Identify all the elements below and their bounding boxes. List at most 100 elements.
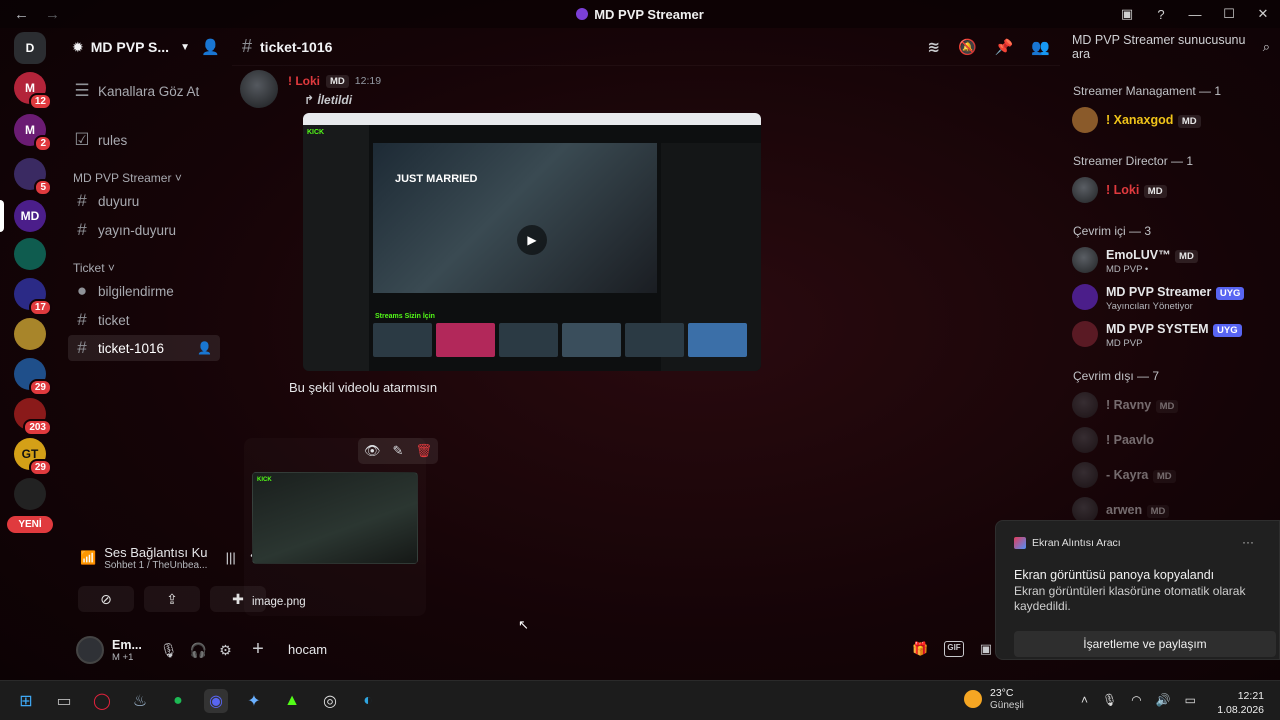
member-emoluv[interactable]: EmoLUV™ MD MD PVP • xyxy=(1072,243,1272,277)
channel-ticket-1016[interactable]: # ticket-1016 👤 xyxy=(68,335,220,361)
eye-icon[interactable]: 👁 xyxy=(364,443,381,459)
chevron-up-icon[interactable]: ˄ xyxy=(1081,693,1088,707)
search-box[interactable]: MD PVP Streamer sunucusunu ara ⌕ xyxy=(1064,33,1276,61)
home-button[interactable]: D xyxy=(14,32,46,64)
trash-icon[interactable]: 🗑 xyxy=(415,443,432,459)
server-m2[interactable]: M2 xyxy=(14,114,52,152)
avatar[interactable] xyxy=(76,636,104,664)
camera-off-button[interactable]: ⊘ xyxy=(78,586,134,612)
volume-icon[interactable]: 🔊 xyxy=(1156,693,1171,707)
channel-title: ticket-1016 xyxy=(260,38,333,55)
spotify-icon[interactable]: ● xyxy=(166,689,190,713)
category-ticket[interactable]: Ticket ˅ xyxy=(73,261,115,275)
channel-bilgilendirme[interactable]: ● bilgilendirme xyxy=(68,278,220,304)
member-md-pvp-system[interactable]: MD PVP SYSTEM UYG MD PVP xyxy=(1072,317,1272,351)
markup-share-button[interactable]: İşaretleme ve paylaşım xyxy=(1014,631,1276,657)
file-explorer-icon[interactable]: ▭ xyxy=(52,689,76,713)
chat-header: # ticket-1016 ≋ 🔕 📌 👥 xyxy=(232,28,1060,66)
server-selected-indicator xyxy=(0,200,4,232)
category-md-pvp-streamer[interactable]: MD PVP Streamer ˅ xyxy=(73,171,182,185)
discord-icon[interactable]: ◉ xyxy=(204,688,228,713)
sticker-icon[interactable]: ▣ xyxy=(980,641,992,657)
server-m2-label: M xyxy=(25,123,35,137)
obs-icon[interactable]: ◎ xyxy=(318,689,342,713)
server-7[interactable] xyxy=(14,318,46,350)
gift-icon[interactable]: 🎁 xyxy=(912,641,928,657)
notification-off-icon[interactable]: 🔕 xyxy=(958,38,977,56)
back-button[interactable]: ← xyxy=(14,6,29,23)
server-m1[interactable]: M 12 xyxy=(14,72,52,110)
clock-date: 1.08.2026 xyxy=(1217,704,1264,716)
headphones-icon[interactable]: 🎧 xyxy=(190,642,207,659)
server-3[interactable]: 5 xyxy=(14,158,52,196)
server-11[interactable] xyxy=(14,478,46,510)
threads-icon[interactable]: ≋ xyxy=(927,38,940,56)
edge-icon[interactable]: ◐ xyxy=(356,689,380,713)
microphone-icon[interactable]: 🎙 xyxy=(1102,693,1117,707)
minimize-button[interactable]: — xyxy=(1178,7,1212,22)
more-options-button[interactable]: ··· xyxy=(1242,535,1254,549)
snipping-tool-notification[interactable]: Ekran Alıntısı Aracı ··· Ekran görüntüsü… xyxy=(995,520,1280,660)
guild-tag: MD xyxy=(1143,185,1167,198)
search-input[interactable]: MD PVP Streamer sunucusunu ara xyxy=(1072,33,1263,61)
server-anadolu[interactable]: 203 xyxy=(14,398,52,436)
server-6[interactable]: 17 xyxy=(14,278,52,316)
server-md[interactable]: MD xyxy=(14,200,46,232)
member-loki[interactable]: ! Loki MD xyxy=(1072,173,1272,207)
members-icon[interactable]: 👥 xyxy=(1031,38,1050,56)
forwarded-screenshot[interactable]: KICK JUST MARRIED ▶ Streams Sizin İçin xyxy=(303,113,761,371)
member-kayra[interactable]: - Kayra MD xyxy=(1072,458,1272,492)
screenshot-sidebar xyxy=(303,125,369,371)
server-m2-badge: 2 xyxy=(34,135,52,152)
avatar[interactable] xyxy=(240,70,278,108)
member-xanaxgod[interactable]: ! Xanaxgod MD xyxy=(1072,103,1272,137)
inbox-icon[interactable]: ▣ xyxy=(1110,6,1144,22)
member-md-pvp-streamer[interactable]: MD PVP Streamer UYG Yayıncıları Yönetiyor xyxy=(1072,280,1272,314)
server-8[interactable]: 29 xyxy=(14,358,52,396)
screen-share-button[interactable]: ⇪ xyxy=(144,586,200,612)
close-button[interactable]: ✕ xyxy=(1246,6,1280,22)
toast-app-name: Ekran Alıntısı Aracı xyxy=(1032,537,1121,549)
pencil-icon[interactable]: ✎ xyxy=(393,443,404,459)
new-servers-pill[interactable]: YENİ xyxy=(7,516,53,533)
hash-icon: # xyxy=(77,220,87,239)
channel-yayin-duyuru[interactable]: # yayın-duyuru xyxy=(68,217,220,243)
attachment-filename: image.png xyxy=(252,596,306,608)
gear-icon[interactable]: ⚙ xyxy=(219,642,232,659)
add-user-icon[interactable]: 👤 xyxy=(201,38,220,56)
screenshot-title: JUST MARRIED xyxy=(395,173,478,185)
pin-icon[interactable]: 📌 xyxy=(995,38,1014,56)
message-input[interactable] xyxy=(288,641,848,657)
guild-tag: MD xyxy=(326,74,349,88)
channel-duyuru[interactable]: # duyuru xyxy=(68,188,220,214)
channel-ticket[interactable]: # ticket xyxy=(68,307,220,333)
server-gt[interactable]: GT 29 xyxy=(14,438,52,476)
member-paavlo[interactable]: ! Paavlo xyxy=(1072,423,1272,457)
wifi-icon[interactable]: ◠ xyxy=(1131,693,1141,707)
clock[interactable]: 12:21 1.08.2026 xyxy=(1217,689,1264,717)
app-icon[interactable]: ▲ xyxy=(280,689,304,713)
help-icon[interactable]: ? xyxy=(1144,7,1178,22)
user-status: M +1 xyxy=(112,651,134,663)
browse-channels[interactable]: ☰ Kanallara Göz At xyxy=(68,78,220,104)
plus-icon[interactable]: + xyxy=(240,638,276,661)
member-ravny[interactable]: ! Ravny MD xyxy=(1072,388,1272,422)
forward-button[interactable]: → xyxy=(45,6,60,23)
voice-channel[interactable]: Sohbet 1 / TheUnbea... xyxy=(104,560,207,571)
app-icon[interactable]: ✦ xyxy=(242,689,266,713)
maximize-button[interactable]: ☐ xyxy=(1212,6,1246,22)
guild-header[interactable]: ✹ MD PVP S... ▼ 👤 xyxy=(60,28,232,66)
opera-icon[interactable]: ◯ xyxy=(90,689,114,713)
attachment-thumbnail[interactable]: KICK xyxy=(252,472,418,564)
noise-suppression-icon[interactable]: ||| xyxy=(226,550,236,566)
gif-icon[interactable]: GIF xyxy=(944,641,964,657)
server-5[interactable] xyxy=(14,238,46,270)
start-icon[interactable]: ⊞ xyxy=(14,689,38,713)
invite-icon[interactable]: 👤 xyxy=(197,341,212,355)
weather-widget[interactable]: 23°C Güneşli xyxy=(964,687,1024,711)
steam-icon[interactable]: ♨ xyxy=(128,689,152,713)
battery-icon[interactable]: ▭ xyxy=(1185,693,1196,707)
microphone-icon[interactable]: 🎙 xyxy=(160,642,178,659)
channel-rules[interactable]: ☑ rules xyxy=(68,127,220,153)
message-author[interactable]: ! Loki xyxy=(288,74,320,88)
